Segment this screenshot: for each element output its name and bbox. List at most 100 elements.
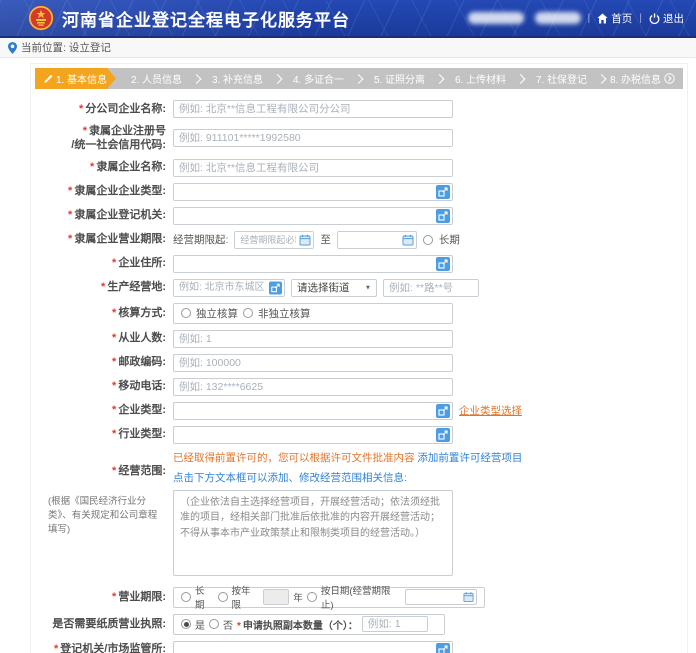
independent-accounting-radio[interactable] (181, 308, 191, 318)
term-years-input[interactable] (263, 589, 289, 605)
required-mark: * (112, 428, 116, 440)
term-label: 营业期限: (118, 591, 166, 603)
ent-type-select-link[interactable]: 企业类型选择 (459, 403, 522, 418)
tab-multi-cert[interactable]: 4. 多证合一 (278, 68, 359, 89)
branch-name-label: 分公司企业名称: (85, 103, 166, 115)
calendar-icon[interactable] (299, 234, 311, 246)
scope-textarea[interactable]: （企业依法自主选择经营项目，开展经营活动；依法须经批准的项目，经相关部门批准后依… (173, 490, 453, 576)
header-divider-2: | (639, 12, 642, 24)
independent-accounting-label[interactable]: 独立核算 (196, 306, 238, 321)
paper-yes-label[interactable]: 是 (195, 617, 205, 632)
road-input[interactable] (383, 279, 479, 297)
branch-name-input[interactable] (173, 100, 453, 118)
term-date-label[interactable]: 按日期(经营期限止) (321, 583, 401, 611)
tab-label: 1. 基本信息 (56, 71, 107, 86)
home-label: 首页 (611, 11, 632, 26)
postcode-label: 邮政编码: (118, 356, 166, 368)
street-select[interactable]: 请选择街道 (291, 279, 377, 297)
scope-note: (根据《国民经济行业分类》、有关规定和公司章程填写) (48, 495, 166, 536)
required-mark: * (237, 621, 241, 632)
tab-label: 3. 补充信息 (212, 71, 263, 86)
term-long-label[interactable]: 长期 (195, 583, 214, 611)
required-mark: * (112, 591, 116, 603)
field-postcode: *邮政编码: (35, 354, 683, 372)
main-panel: 1. 基本信息 2. 人员信息 3. 补充信息 4. 多证合一 5. 证照分离 … (30, 63, 688, 653)
field-employees: *从业人数: (35, 330, 683, 348)
tab-upload-materials[interactable]: 6. 上传材料 (440, 68, 521, 89)
field-business-place: *生产经营地: 请选择街道 ▼ (35, 279, 683, 297)
calendar-icon[interactable] (402, 234, 414, 246)
field-address: *企业住所: (35, 255, 683, 273)
power-icon (649, 13, 660, 24)
logout-label: 退出 (663, 11, 684, 26)
basic-info-form: *分公司企业名称: *隶属企业注册号 /统一社会信用代码: *隶属企业名称: *… (31, 100, 687, 653)
term-years-label[interactable]: 按年限 (232, 583, 260, 611)
reg-authority-input[interactable] (173, 641, 453, 653)
tab-basic-info[interactable]: 1. 基本信息 (35, 68, 116, 89)
mobile-label: 移动电话: (118, 380, 166, 392)
paper-no-label[interactable]: 否 (223, 617, 233, 632)
scope-tip-orange: 已经取得前置许可的，您可以根据许可文件批准内容 (173, 452, 417, 464)
field-parent-authority: *隶属企业登记机关: (35, 207, 683, 225)
required-mark: * (112, 404, 116, 416)
required-mark: * (101, 281, 105, 293)
parent-authority-input[interactable] (173, 207, 453, 225)
tab-tax-info[interactable]: 8. 办税信息 (602, 68, 683, 89)
national-emblem-icon (28, 5, 54, 31)
tab-personnel-info[interactable]: 2. 人员信息 (116, 68, 197, 89)
picker-icon[interactable] (436, 404, 450, 418)
field-industry-type: *行业类型: (35, 426, 683, 444)
field-reg-authority: *登记机关/市场监管所: (35, 641, 683, 653)
page-title: 河南省企业登记全程电子化服务平台 (62, 6, 350, 31)
address-label: 企业住所: (118, 257, 166, 269)
parent-term-long-label[interactable]: 长期 (439, 232, 460, 247)
paper-yes-radio[interactable] (181, 619, 191, 629)
circled-chevron-right-icon[interactable] (664, 73, 675, 84)
parent-name-input[interactable] (173, 159, 453, 177)
picker-icon[interactable] (436, 209, 450, 223)
picker-icon[interactable] (269, 281, 282, 294)
required-mark: * (112, 380, 116, 392)
field-parent-type: *隶属企业企业类型: (35, 183, 683, 201)
non-independent-accounting-label[interactable]: 非独立核算 (258, 306, 311, 321)
tab-label: 2. 人员信息 (131, 71, 182, 86)
term-date-radio[interactable] (307, 592, 317, 602)
tab-supplementary-info[interactable]: 3. 补充信息 (197, 68, 278, 89)
tab-label: 8. 办税信息 (610, 71, 661, 86)
postcode-input[interactable] (173, 354, 453, 372)
picker-icon[interactable] (436, 257, 450, 271)
picker-icon[interactable] (436, 428, 450, 442)
required-mark: * (112, 307, 116, 319)
home-link[interactable]: 首页 (597, 11, 632, 26)
term-long-radio[interactable] (181, 592, 191, 602)
field-paper-license: 是否需要纸质营业执照: 是 否 *申请执照副本数量（个）： (35, 614, 683, 635)
ent-type-input[interactable] (173, 402, 453, 420)
picker-icon[interactable] (436, 185, 450, 199)
employees-input[interactable] (173, 330, 453, 348)
paper-no-radio[interactable] (209, 619, 219, 629)
field-ent-type: *企业类型: 企业类型选择 (35, 402, 683, 420)
picker-icon[interactable] (436, 643, 450, 653)
address-input[interactable] (173, 255, 453, 273)
required-mark: * (112, 332, 116, 344)
required-mark: * (112, 356, 116, 368)
parent-code-input[interactable] (173, 129, 453, 147)
tab-label: 5. 证照分离 (374, 71, 425, 86)
parent-name-label: 隶属企业名称: (96, 161, 166, 173)
tab-social-security[interactable]: 7. 社保登记 (521, 68, 602, 89)
field-scope: *经营范围: (根据《国民经济行业分类》、有关规定和公司章程填写) 已经取得前置… (35, 450, 683, 581)
parent-type-input[interactable] (173, 183, 453, 201)
mobile-input[interactable] (173, 378, 453, 396)
calendar-icon[interactable] (463, 592, 474, 603)
field-mobile: *移动电话: (35, 378, 683, 396)
copies-input[interactable] (362, 616, 428, 632)
required-mark: * (112, 257, 116, 269)
logout-link[interactable]: 退出 (649, 11, 684, 26)
industry-type-input[interactable] (173, 426, 453, 444)
parent-term-long-radio[interactable] (423, 235, 433, 245)
non-independent-accounting-radio[interactable] (243, 308, 253, 318)
parent-authority-label: 隶属企业登记机关: (74, 209, 166, 221)
add-pre-license-link[interactable]: 添加前置许可经营项目 (417, 452, 522, 464)
tab-cert-separation[interactable]: 5. 证照分离 (359, 68, 440, 89)
term-years-radio[interactable] (218, 592, 228, 602)
